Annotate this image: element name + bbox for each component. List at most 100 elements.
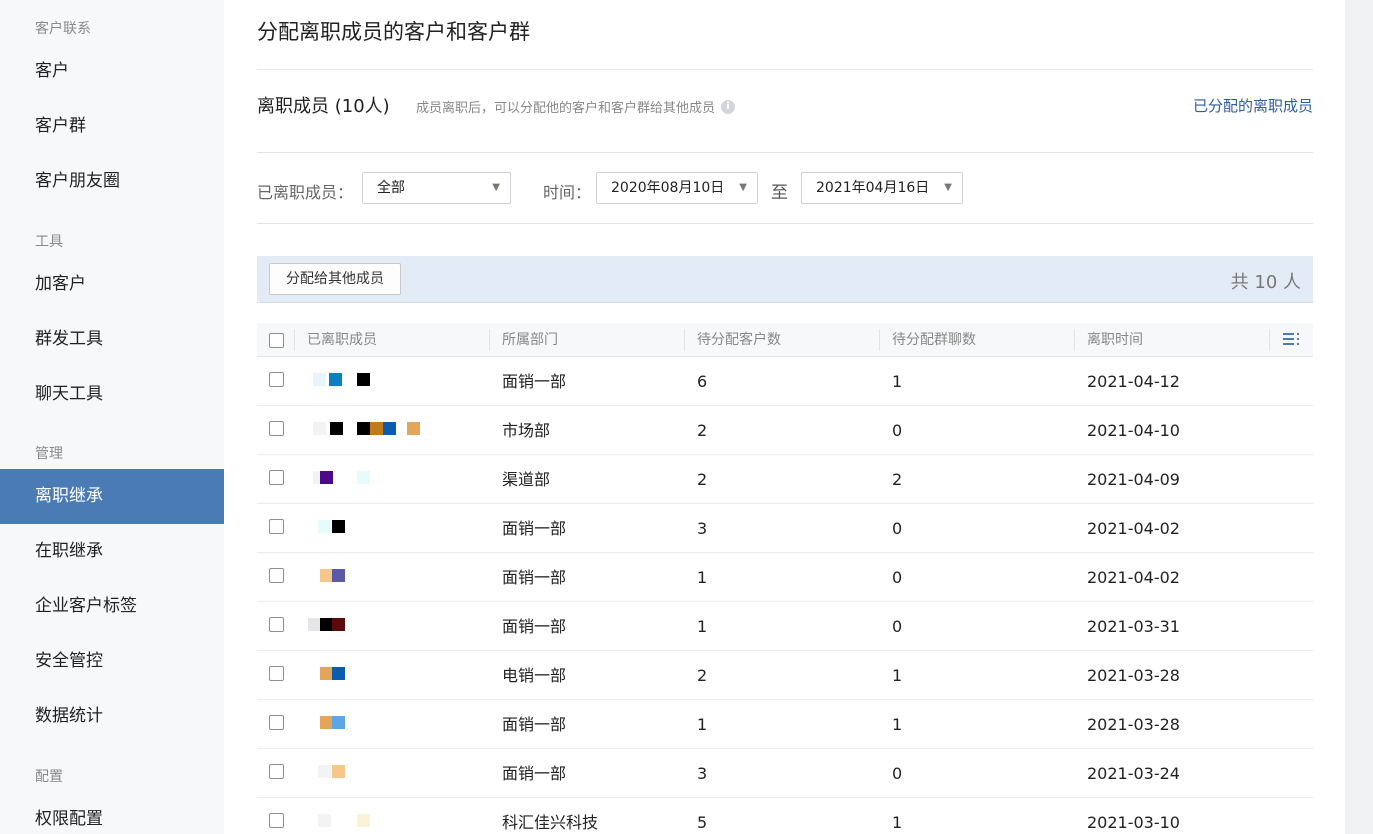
date-range-separator: 至 bbox=[771, 183, 788, 203]
pending-customers-cell: 6 bbox=[697, 372, 708, 391]
row-checkbox[interactable] bbox=[269, 813, 284, 828]
table-row[interactable]: 面销一部 3 0 2021-03-24 bbox=[257, 749, 1313, 798]
pending-groups-cell: 1 bbox=[892, 715, 903, 734]
column-settings-icon[interactable] bbox=[1283, 332, 1299, 346]
column-header-member[interactable]: 已离职成员 bbox=[294, 329, 377, 351]
pending-groups-cell: 0 bbox=[892, 568, 903, 587]
column-header-pending-customers[interactable]: 待分配客户数 bbox=[684, 329, 781, 351]
pending-customers-cell: 1 bbox=[697, 715, 708, 734]
resign-date-cell: 2021-04-02 bbox=[1087, 568, 1180, 587]
department-cell: 面销一部 bbox=[502, 764, 567, 783]
resign-date-cell: 2021-03-24 bbox=[1087, 764, 1180, 783]
main-content: 分配离职成员的客户和客户群 离职成员 (10人) 成员离职后，可以分配他的客户和… bbox=[257, 0, 1313, 834]
department-cell: 面销一部 bbox=[502, 519, 567, 538]
department-cell: 面销一部 bbox=[502, 715, 567, 734]
resign-date-cell: 2021-04-10 bbox=[1087, 421, 1180, 440]
resign-date-cell: 2021-04-02 bbox=[1087, 519, 1180, 538]
member-select[interactable]: 全部 ▼ bbox=[362, 172, 511, 204]
pending-customers-cell: 3 bbox=[697, 764, 708, 783]
dropdown-arrow-icon: ▼ bbox=[492, 182, 500, 193]
pending-groups-cell: 1 bbox=[892, 372, 903, 391]
table-row[interactable]: 面销一部 6 1 2021-04-12 bbox=[257, 357, 1313, 406]
select-all-checkbox[interactable] bbox=[269, 333, 284, 348]
row-checkbox[interactable] bbox=[269, 715, 284, 730]
end-date-value: 2021年04月16日 bbox=[816, 180, 930, 196]
column-header-department[interactable]: 所属部门 bbox=[489, 329, 558, 351]
pending-groups-cell: 0 bbox=[892, 764, 903, 783]
table-row[interactable]: 面销一部 1 1 2021-03-28 bbox=[257, 700, 1313, 749]
sidebar: 客户联系 客户 客户群 客户朋友圈 工具 加客户 群发工具 聊天工具 管理 离职… bbox=[0, 0, 224, 834]
department-cell: 电销一部 bbox=[502, 666, 567, 685]
row-checkbox[interactable] bbox=[269, 617, 284, 632]
sidebar-item-customer-groups[interactable]: 客户群 bbox=[0, 99, 224, 154]
table-row[interactable]: 面销一部 3 0 2021-04-02 bbox=[257, 504, 1313, 553]
sidebar-section-customer-contact: 客户联系 bbox=[35, 21, 91, 37]
sidebar-section-management: 管理 bbox=[35, 446, 63, 462]
time-filter-label: 时间： bbox=[543, 183, 592, 202]
sidebar-section-config: 配置 bbox=[35, 769, 63, 785]
resign-date-cell: 2021-04-09 bbox=[1087, 470, 1180, 489]
column-separator bbox=[1269, 329, 1270, 351]
row-checkbox[interactable] bbox=[269, 372, 284, 387]
sidebar-item-active-inheritance[interactable]: 在职继承 bbox=[0, 524, 224, 579]
row-checkbox[interactable] bbox=[269, 568, 284, 583]
pending-customers-cell: 2 bbox=[697, 421, 708, 440]
table-row[interactable]: 市场部 2 0 2021-04-10 bbox=[257, 406, 1313, 455]
resign-date-cell: 2021-03-31 bbox=[1087, 617, 1180, 636]
dropdown-arrow-icon: ▼ bbox=[739, 182, 747, 193]
pending-customers-cell: 1 bbox=[697, 617, 708, 636]
scrollbar-track[interactable] bbox=[1345, 0, 1373, 834]
pending-groups-cell: 0 bbox=[892, 519, 903, 538]
row-checkbox[interactable] bbox=[269, 421, 284, 436]
table-row[interactable]: 面销一部 1 0 2021-03-31 bbox=[257, 602, 1313, 651]
start-date-picker[interactable]: 2020年08月10日 ▼ bbox=[596, 172, 758, 204]
pending-customers-cell: 2 bbox=[697, 666, 708, 685]
pending-customers-cell: 1 bbox=[697, 568, 708, 587]
resign-date-cell: 2021-03-10 bbox=[1087, 813, 1180, 832]
resign-date-cell: 2021-04-12 bbox=[1087, 372, 1180, 391]
sidebar-item-add-customer[interactable]: 加客户 bbox=[0, 257, 224, 312]
end-date-picker[interactable]: 2021年04月16日 ▼ bbox=[801, 172, 963, 204]
start-date-value: 2020年08月10日 bbox=[611, 180, 725, 196]
table-row[interactable]: 渠道部 2 2 2021-04-09 bbox=[257, 455, 1313, 504]
sidebar-item-security-control[interactable]: 安全管控 bbox=[0, 634, 224, 689]
description-text: 成员离职后，可以分配他的客户和客户群给其他成员 bbox=[416, 101, 716, 116]
sidebar-item-chat-tool[interactable]: 聊天工具 bbox=[0, 367, 224, 422]
assign-to-other-button[interactable]: 分配给其他成员 bbox=[269, 263, 401, 295]
resigned-members-description: 成员离职后，可以分配他的客户和客户群给其他成员 i bbox=[416, 97, 736, 116]
department-cell: 面销一部 bbox=[502, 372, 567, 391]
member-select-value: 全部 bbox=[377, 180, 405, 196]
assigned-members-link[interactable]: 已分配的离职成员 bbox=[1193, 95, 1313, 116]
sidebar-item-customers[interactable]: 客户 bbox=[0, 44, 224, 99]
row-checkbox[interactable] bbox=[269, 666, 284, 681]
info-icon[interactable]: i bbox=[721, 99, 736, 114]
department-cell: 面销一部 bbox=[502, 617, 567, 636]
pending-customers-cell: 2 bbox=[697, 470, 708, 489]
action-bar: 分配给其他成员 共 10 人 bbox=[257, 256, 1313, 303]
sidebar-item-data-statistics[interactable]: 数据统计 bbox=[0, 689, 224, 744]
sidebar-item-permission-config[interactable]: 权限配置 bbox=[0, 792, 224, 834]
row-checkbox[interactable] bbox=[269, 764, 284, 779]
department-cell: 科汇佳兴科技 bbox=[502, 813, 599, 832]
column-header-pending-groups[interactable]: 待分配群聊数 bbox=[879, 329, 976, 351]
page-title: 分配离职成员的客户和客户群 bbox=[257, 20, 530, 44]
divider bbox=[257, 223, 1313, 224]
pending-groups-cell: 0 bbox=[892, 421, 903, 440]
sidebar-item-resigned-inheritance[interactable]: 离职继承 bbox=[0, 469, 224, 524]
row-checkbox[interactable] bbox=[269, 470, 284, 485]
dropdown-arrow-icon: ▼ bbox=[944, 182, 952, 193]
table-row[interactable]: 科汇佳兴科技 5 1 2021-03-10 bbox=[257, 798, 1313, 834]
pending-groups-cell: 2 bbox=[892, 470, 903, 489]
row-checkbox[interactable] bbox=[269, 519, 284, 534]
pending-groups-cell: 1 bbox=[892, 813, 903, 832]
table-row[interactable]: 电销一部 2 1 2021-03-28 bbox=[257, 651, 1313, 700]
department-cell: 渠道部 bbox=[502, 470, 551, 489]
resign-date-cell: 2021-03-28 bbox=[1087, 715, 1180, 734]
table-row[interactable]: 面销一部 1 0 2021-04-02 bbox=[257, 553, 1313, 602]
sidebar-item-moments[interactable]: 客户朋友圈 bbox=[0, 154, 224, 209]
column-header-resign-date[interactable]: 离职时间 bbox=[1074, 329, 1143, 351]
department-cell: 市场部 bbox=[502, 421, 551, 440]
sidebar-section-tools: 工具 bbox=[35, 234, 63, 250]
sidebar-item-enterprise-tags[interactable]: 企业客户标签 bbox=[0, 579, 224, 634]
sidebar-item-broadcast-tool[interactable]: 群发工具 bbox=[0, 312, 224, 367]
